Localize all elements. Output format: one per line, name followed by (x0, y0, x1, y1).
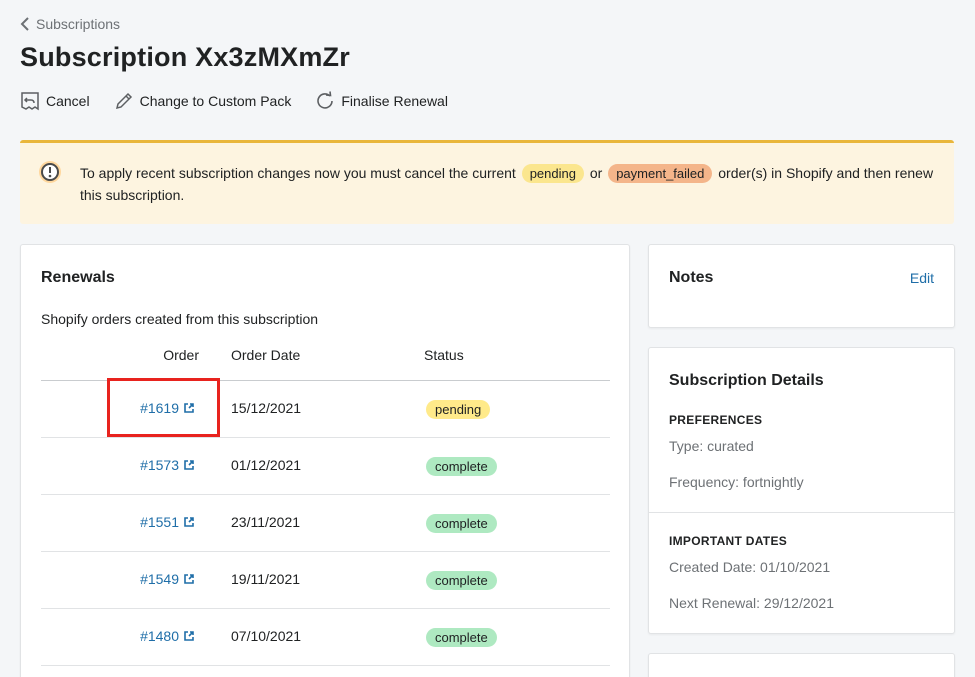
renewals-title: Renewals (41, 269, 115, 286)
cancel-label: Cancel (46, 93, 90, 109)
banner-message: To apply recent subscription changes now… (80, 162, 940, 206)
order-date: 01/12/2021 (231, 457, 302, 473)
notes-card: Notes Edit (648, 244, 955, 328)
order-date: 19/11/2021 (231, 571, 301, 587)
order-link[interactable]: #1480 (140, 628, 194, 644)
pending-pill: pending (521, 164, 584, 183)
change-to-custom-pack-button[interactable]: Change to Custom Pack (114, 91, 292, 111)
frequency-value: Frequency: fortnightly (669, 474, 804, 490)
sidebar-card (648, 653, 955, 677)
created-date-value: Created Date: 01/10/2021 (669, 559, 831, 575)
breadcrumb-label: Subscriptions (36, 16, 121, 32)
banner-text-or: or (589, 165, 603, 181)
order-date: 15/12/2021 (231, 400, 302, 416)
edit-notes-link[interactable]: Edit (910, 270, 934, 286)
status-badge: complete (426, 571, 497, 590)
payment-failed-pill: payment_failed (608, 164, 713, 183)
table-header: Order Order Date Status (41, 337, 610, 381)
page-actions: Cancel Change to Custom Pack Finalise Re… (20, 91, 448, 111)
external-link-icon (184, 631, 194, 641)
warning-banner: To apply recent subscription changes now… (20, 140, 954, 224)
type-value: Type: curated (669, 438, 754, 454)
page-title: Subscription Xx3zMXmZr (20, 42, 350, 72)
refresh-icon (317, 91, 334, 109)
breadcrumb-back-link[interactable]: Subscriptions (20, 16, 120, 32)
order-number: #1619 (140, 400, 179, 416)
column-header-status: Status (424, 347, 464, 363)
order-number: #1549 (140, 571, 179, 587)
table-row: #1549 19/11/2021 complete (41, 552, 610, 609)
finalise-renewal-label: Finalise Renewal (341, 93, 448, 109)
order-number: #1551 (140, 514, 179, 530)
banner-text-before: To apply recent subscription changes now… (80, 165, 516, 181)
column-header-order: Order (163, 347, 199, 363)
order-number: #1573 (140, 457, 179, 473)
status-cell: complete (426, 514, 497, 533)
status-badge: complete (426, 457, 497, 476)
external-link-icon (184, 460, 194, 470)
renewals-card: Renewals Shopify orders created from thi… (20, 244, 630, 677)
column-header-date: Order Date (231, 347, 301, 363)
renewals-subtitle: Shopify orders created from this subscri… (41, 311, 319, 327)
external-link-icon (184, 517, 194, 527)
order-date: 23/11/2021 (231, 514, 301, 530)
change-to-custom-pack-label: Change to Custom Pack (139, 93, 292, 109)
section-divider (649, 512, 954, 513)
order-link[interactable]: #1551 (140, 514, 194, 530)
order-link[interactable]: #1619 (140, 400, 194, 416)
alert-circle-icon (39, 161, 61, 183)
chevron-left-icon (20, 17, 29, 31)
subscription-details-card: Subscription Details PREFERENCES Type: c… (648, 347, 955, 634)
status-badge: complete (426, 514, 497, 533)
details-title: Subscription Details (669, 372, 824, 389)
status-cell: pending (426, 400, 491, 419)
order-number: #1480 (140, 628, 179, 644)
status-cell: complete (426, 571, 497, 590)
order-link[interactable]: #1549 (140, 571, 194, 587)
renewals-table: Order Order Date Status #1619 15/12/2021… (41, 337, 610, 666)
preferences-heading: PREFERENCES (669, 413, 763, 427)
order-date: 07/10/2021 (231, 628, 302, 644)
status-cell: complete (426, 628, 497, 647)
pencil-icon (115, 92, 132, 110)
external-link-icon (184, 574, 194, 584)
important-dates-heading: IMPORTANT DATES (669, 534, 788, 548)
next-renewal-value: Next Renewal: 29/12/2021 (669, 595, 834, 611)
external-link-icon (184, 403, 194, 413)
status-cell: complete (426, 457, 497, 476)
receipt-cancel-icon (21, 92, 39, 111)
table-row: #1573 01/12/2021 complete (41, 438, 610, 495)
order-link[interactable]: #1573 (140, 457, 194, 473)
status-badge: pending (426, 400, 491, 419)
status-badge: complete (426, 628, 497, 647)
table-row: #1480 07/10/2021 complete (41, 609, 610, 666)
cancel-button[interactable]: Cancel (20, 91, 90, 111)
table-row: #1619 15/12/2021 pending (41, 381, 610, 438)
table-row: #1551 23/11/2021 complete (41, 495, 610, 552)
finalise-renewal-button[interactable]: Finalise Renewal (315, 91, 448, 111)
notes-title: Notes (669, 269, 714, 286)
